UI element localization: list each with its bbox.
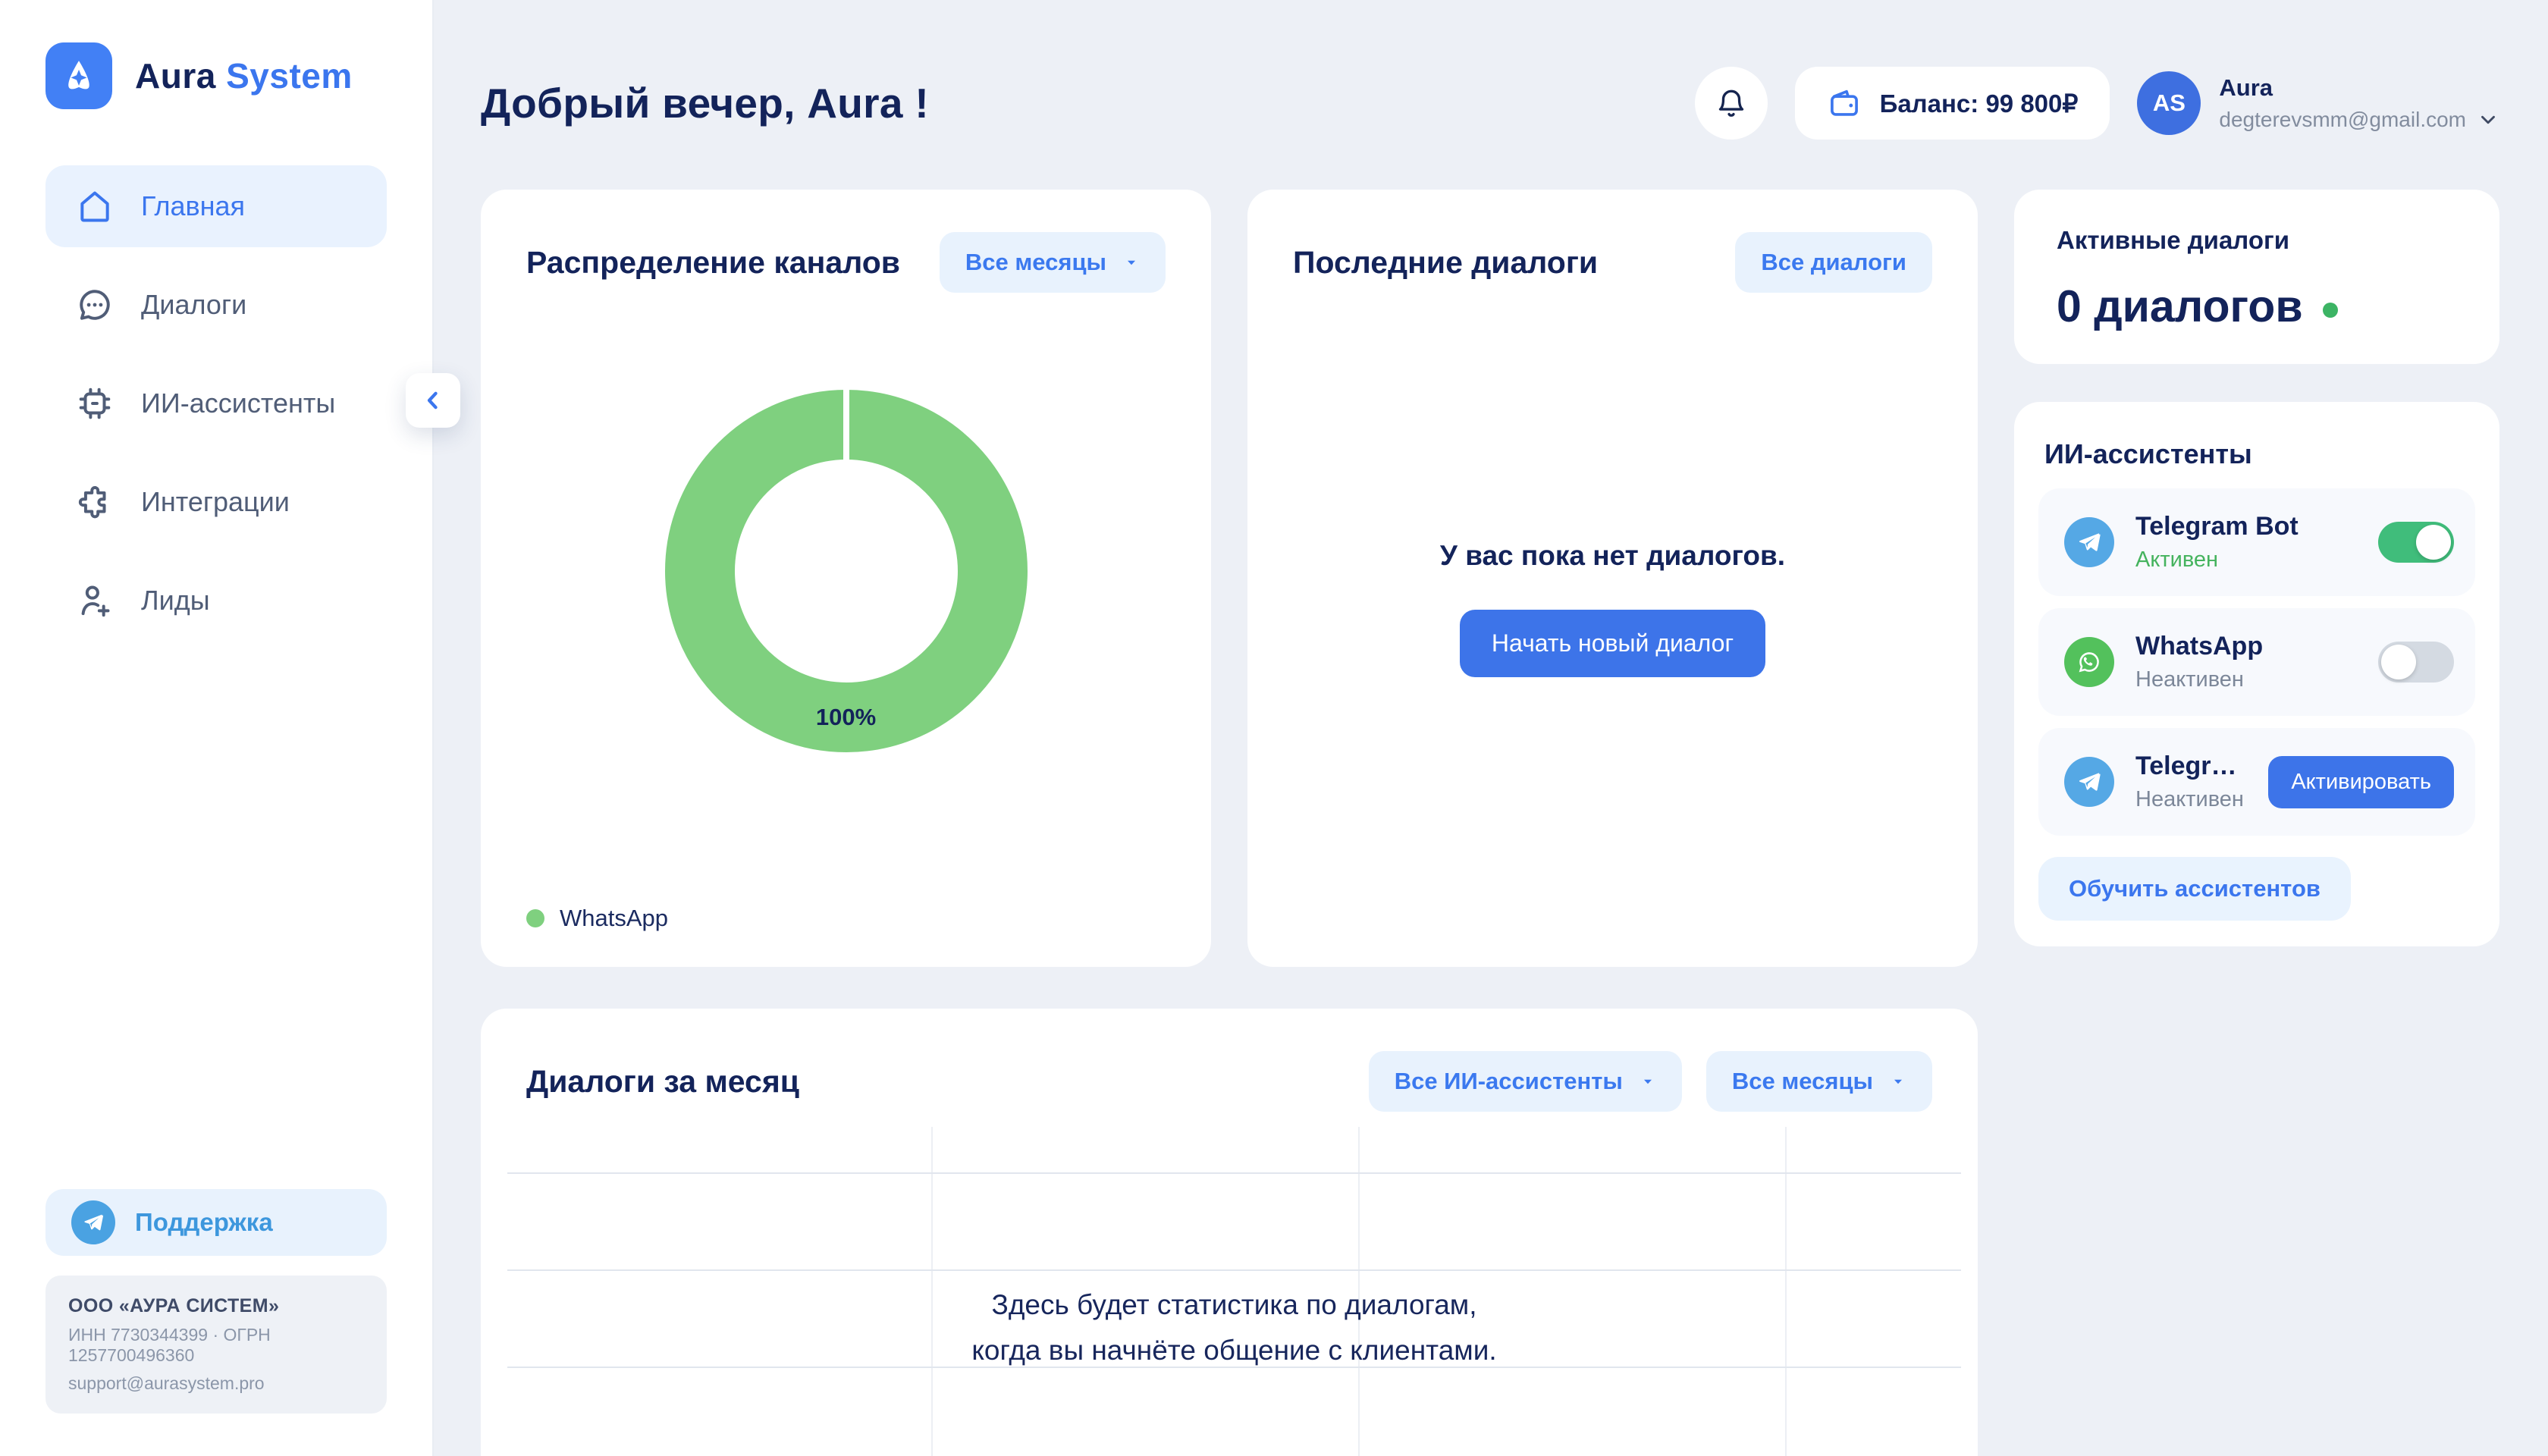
assistant-toggle-off[interactable] (2378, 642, 2454, 682)
caret-down-icon (1640, 1073, 1656, 1090)
assistant-row-telegram-2: Telegram … Неактивен Активировать (2038, 728, 2475, 836)
months-filter-dropdown[interactable]: Все месяцы (940, 232, 1166, 293)
distribution-card: Распределение каналов Все месяцы 100% Wh… (481, 190, 1211, 967)
assistants-card: ИИ-ассистенты Telegram Bot Активен (2014, 402, 2499, 946)
sidebar-item-dialogs[interactable]: Диалоги (46, 264, 387, 346)
company-email: support@aurasystem.pro (68, 1373, 364, 1394)
chevron-down-icon (2477, 108, 2499, 131)
sidebar-nav: Главная Диалоги ИИ-ассистенты Интеграции (46, 165, 387, 642)
assistant-status: Неактивен (2135, 787, 2247, 812)
sidebar-item-label: Главная (141, 190, 245, 222)
monthly-dialogs-card: Диалоги за месяц Все ИИ-ассистенты Все м… (481, 1009, 1978, 1456)
balance-button[interactable]: Баланс: 99 800₽ (1795, 67, 2110, 140)
topbar-right: Баланс: 99 800₽ AS Aura degterevsmm@gmai… (1695, 67, 2499, 140)
user-plus-icon (76, 582, 114, 620)
train-assistants-button[interactable]: Обучить ассистентов (2038, 857, 2351, 921)
active-dialogs-card: Активные диалоги 0 диалогов (2014, 190, 2499, 364)
assistant-name: WhatsApp (2135, 632, 2263, 661)
balance-label: Баланс: 99 800₽ (1880, 89, 2079, 118)
legend-dot-whatsapp (526, 909, 544, 927)
home-icon (76, 187, 114, 225)
start-dialog-button[interactable]: Начать новый диалог (1460, 610, 1765, 677)
recent-dialogs-card: Последние диалоги Все диалоги У вас пока… (1247, 190, 1978, 967)
main-area: Добрый вечер, Aura ! Баланс: 99 800₽ AS (434, 0, 2548, 1456)
greeting: Добрый вечер, Aura ! (481, 79, 929, 127)
company-info: ООО «АУРА СИСТЕМ» ИНН 7730344399 · ОГРН … (46, 1276, 387, 1414)
recent-dialogs-title: Последние диалоги (1293, 245, 1598, 281)
caret-down-icon (1890, 1073, 1906, 1090)
sidebar-item-label: Диалоги (141, 289, 246, 321)
aura-star-icon (46, 42, 112, 109)
bell-icon (1715, 87, 1747, 119)
donut-percentage-label: 100% (816, 704, 876, 731)
assistant-status: Активен (2135, 548, 2299, 573)
avatar: AS (2137, 71, 2201, 135)
activate-assistant-button[interactable]: Активировать (2268, 756, 2454, 808)
assistant-row-telegram-bot: Telegram Bot Активен (2038, 488, 2475, 596)
chart-legend: WhatsApp (526, 905, 1166, 932)
brand: Aura System (46, 42, 387, 109)
legend-label: WhatsApp (560, 905, 668, 932)
sidebar-item-leads[interactable]: Лиды (46, 560, 387, 642)
channels-donut-chart: 100% (665, 390, 1028, 752)
caret-down-icon (1123, 254, 1140, 271)
sidebar-item-integrations[interactable]: Интеграции (46, 461, 387, 543)
right-column: Активные диалоги 0 диалогов ИИ-ассистент… (2014, 190, 2499, 967)
assistant-name: Telegram … (2135, 752, 2247, 781)
assistant-row-whatsapp: WhatsApp Неактивен (2038, 608, 2475, 716)
monthly-empty-text: Здесь будет статистика по диалогам, когд… (507, 1282, 1961, 1373)
assistants-title: ИИ-ассистенты (2044, 438, 2475, 470)
donut-segment-gap (843, 390, 849, 461)
status-dot (2323, 303, 2338, 318)
puzzle-icon (76, 483, 114, 521)
monthly-title: Диалоги за месяц (526, 1064, 799, 1100)
sidebar-footer: Поддержка ООО «АУРА СИСТЕМ» ИНН 77303443… (46, 1189, 387, 1414)
chevron-left-icon (420, 388, 446, 413)
notifications-button[interactable] (1695, 67, 1768, 140)
sidebar-item-home[interactable]: Главная (46, 165, 387, 247)
active-dialogs-value: 0 диалогов (2057, 281, 2303, 332)
dialogs-empty-state: У вас пока нет диалогов. Начать новый ди… (1293, 293, 1932, 924)
profile-menu[interactable]: AS Aura degterevsmm@gmail.com (2137, 71, 2499, 135)
assistant-name: Telegram Bot (2135, 512, 2299, 541)
dialogs-empty-text: У вас пока нет диалогов. (1440, 540, 1785, 572)
topbar: Добрый вечер, Aura ! Баланс: 99 800₽ AS (481, 67, 2499, 140)
brand-name: Aura System (135, 55, 353, 96)
sidebar-item-assistants[interactable]: ИИ-ассистенты (46, 362, 387, 444)
profile-name: Aura (2219, 74, 2499, 102)
profile-texts: Aura degterevsmm@gmail.com (2219, 74, 2499, 132)
chip-icon (76, 384, 114, 422)
support-label: Поддержка (135, 1208, 273, 1237)
profile-email: degterevsmm@gmail.com (2219, 108, 2466, 132)
assistants-filter-dropdown[interactable]: Все ИИ-ассистенты (1369, 1051, 1682, 1112)
wallet-icon (1827, 86, 1862, 121)
assistant-toggle-on[interactable] (2378, 522, 2454, 563)
company-registration: ИНН 7730344399 · ОГРН 1257700496360 (68, 1325, 364, 1366)
active-dialogs-title: Активные диалоги (2057, 226, 2457, 255)
sidebar-item-label: ИИ-ассистенты (141, 388, 335, 419)
whatsapp-icon (2064, 637, 2114, 687)
telegram-icon (2064, 757, 2114, 807)
monthly-chart-placeholder: Здесь будет статистика по диалогам, когд… (507, 1127, 1961, 1456)
sidebar-collapse-button[interactable] (406, 373, 460, 428)
chat-icon (76, 286, 114, 324)
dashboard-grid: Распределение каналов Все месяцы 100% Wh… (481, 190, 2499, 1456)
sidebar: Aura System Главная Диалоги ИИ-ассистент (0, 0, 434, 1456)
support-button[interactable]: Поддержка (46, 1189, 387, 1256)
sidebar-item-label: Лиды (141, 585, 210, 617)
sidebar-item-label: Интеграции (141, 486, 290, 518)
all-dialogs-button[interactable]: Все диалоги (1735, 232, 1932, 293)
months-filter-dropdown[interactable]: Все месяцы (1706, 1051, 1932, 1112)
distribution-title: Распределение каналов (526, 245, 900, 281)
assistant-status: Неактивен (2135, 667, 2263, 692)
telegram-icon (71, 1200, 115, 1244)
telegram-icon (2064, 517, 2114, 567)
company-name: ООО «АУРА СИСТЕМ» (68, 1295, 364, 1317)
